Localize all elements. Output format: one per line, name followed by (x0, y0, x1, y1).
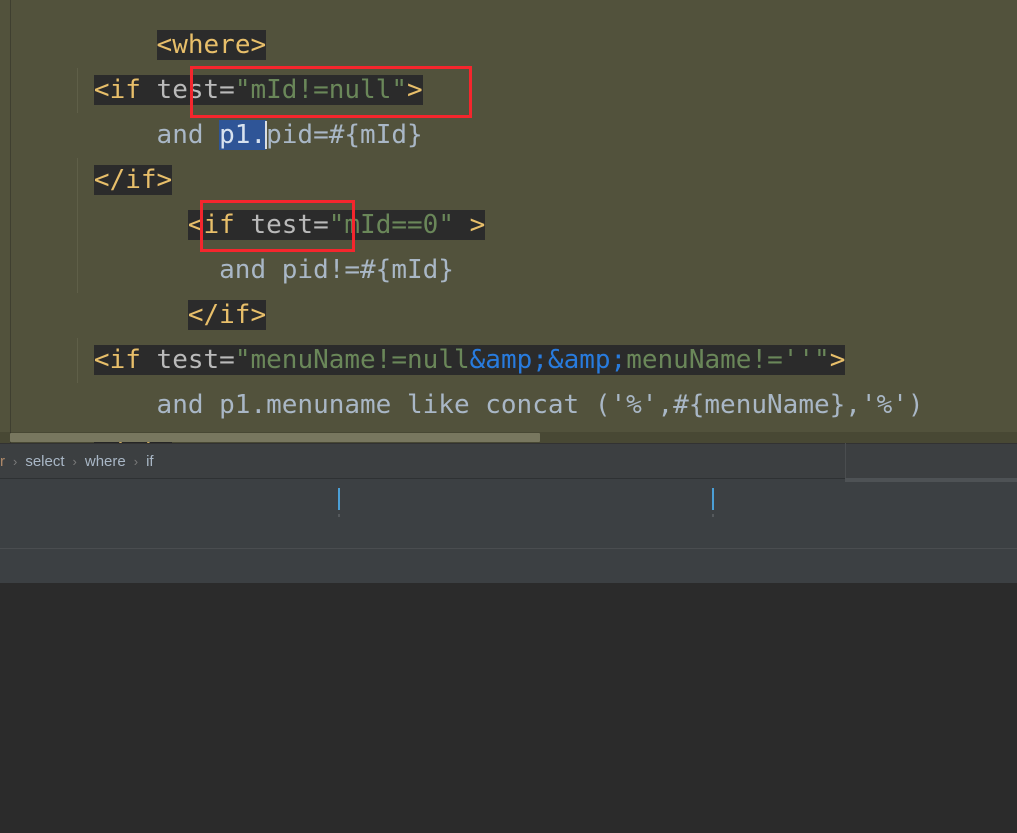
code-line[interactable]: <if test="menuName!=null&amp;&amp;menuNa… (0, 293, 1017, 375)
results-panel-header[interactable] (0, 478, 1017, 549)
code-line[interactable]: and p1.menuname like concat ('%',#{menuN… (0, 338, 1017, 420)
chevron-right-icon: › (72, 453, 77, 469)
code-line[interactable]: and p1.pid=#{mId} (0, 68, 1017, 150)
column-divider[interactable] (338, 488, 340, 510)
breadcrumb-item-where[interactable]: where (79, 453, 132, 470)
console-output-panel[interactable]: xception: Column 'pid' in where clause i… (0, 583, 1017, 833)
chevron-right-icon: › (133, 453, 139, 469)
code-editor[interactable]: <where> <if test="mId!=null"> and p1.pid… (0, 0, 1017, 443)
code-line[interactable]: and pid!=#{mId} (0, 203, 1017, 285)
code-line[interactable]: </if> (0, 383, 1017, 443)
column-tick (712, 514, 714, 517)
code-line[interactable]: <if test="mId==0" > (0, 158, 1017, 240)
results-panel-body[interactable] (0, 548, 1017, 584)
column-tick (338, 514, 340, 517)
code-line[interactable]: </if> (0, 113, 1017, 195)
breadcrumb-item-if[interactable]: if (140, 453, 160, 470)
code-line[interactable]: </if> (0, 248, 1017, 330)
code-line[interactable]: <where> (0, 0, 1017, 60)
editor-horizontal-scrollbar[interactable] (0, 432, 1017, 443)
code-line[interactable]: <if test="mId!=null"> (0, 23, 1017, 105)
column-divider[interactable] (712, 488, 714, 510)
breadcrumb-right-divider (845, 443, 1017, 478)
editor-horizontal-scrollbar-thumb[interactable] (10, 433, 540, 442)
breadcrumb-item-select[interactable]: select (19, 453, 70, 470)
breadcrumb-item-mapper[interactable]: r (0, 453, 11, 470)
results-panel-scrollbar-thumb[interactable] (845, 478, 1017, 482)
chevron-right-icon: › (13, 453, 18, 469)
code-content[interactable]: <where> <if test="mId!=null"> and p1.pid… (0, 0, 1017, 443)
